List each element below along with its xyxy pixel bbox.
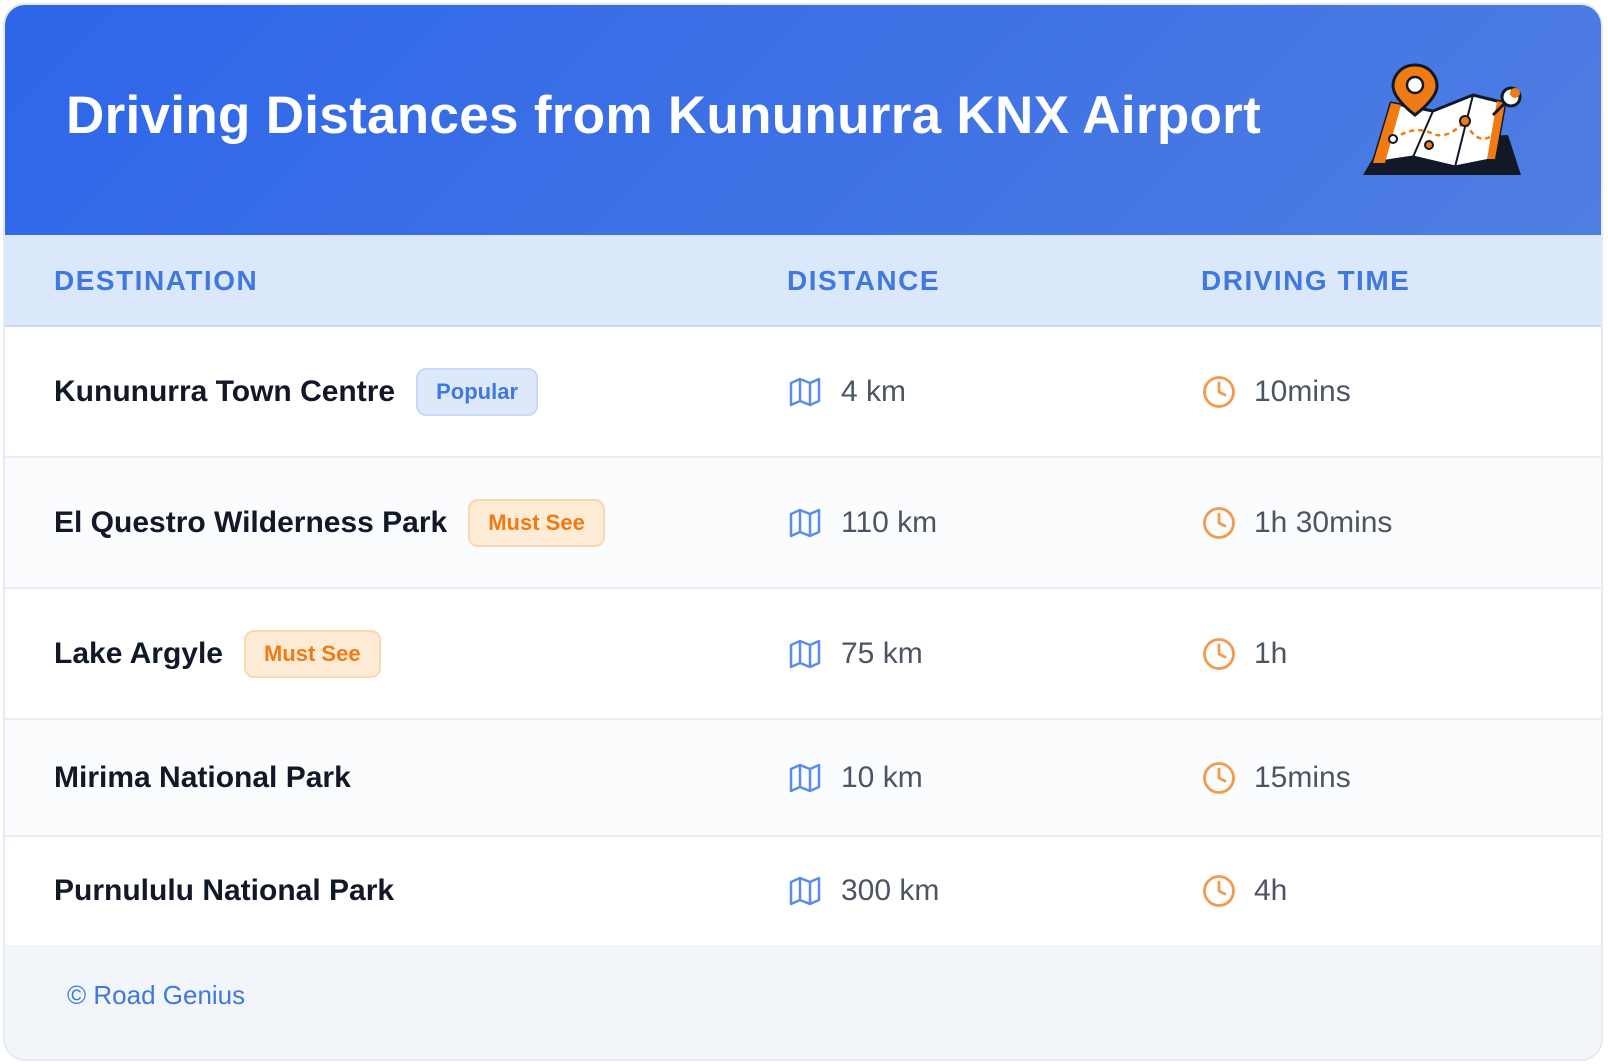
clock-icon xyxy=(1203,875,1235,907)
map-icon xyxy=(789,876,821,906)
column-header-destination: DESTINATION xyxy=(54,265,259,296)
table-header: DESTINATION DISTANCE DRIVING TIME xyxy=(5,235,1601,327)
must-see-badge: Must See xyxy=(243,629,381,678)
destination-name: Mirima National Park xyxy=(54,760,351,794)
driving-time-value: 15mins xyxy=(1254,760,1351,794)
page-title: Driving Distances from Kununurra KNX Air… xyxy=(66,86,1262,145)
destination-name: Purnululu National Park xyxy=(54,874,395,907)
driving-time-value: 1h 30mins xyxy=(1254,505,1393,539)
driving-time-cell: 4h xyxy=(1202,874,1287,908)
destination-name: El Questro Wilderness Park xyxy=(54,505,448,539)
destination-cell: Purnululu National Park xyxy=(54,874,394,908)
distance-value: 300 km xyxy=(841,874,940,907)
clock-icon xyxy=(1203,637,1235,670)
table-row: Purnululu National Park 300 km 4h xyxy=(5,837,1601,947)
distance-cell: 75 km xyxy=(789,637,923,671)
clock-icon xyxy=(1203,375,1235,408)
footer: © Road Genius xyxy=(5,945,1601,1059)
clock-icon xyxy=(1203,506,1235,539)
column-header-driving-time: DRIVING TIME xyxy=(1201,265,1411,296)
distance-value: 4 km xyxy=(841,374,907,408)
table-row: Kununurra Town Centre Popular 4 km 10min… xyxy=(5,327,1601,458)
destination-cell: Kununurra Town Centre Popular xyxy=(54,367,539,416)
destination-name: Lake Argyle xyxy=(54,636,223,670)
destination-name: Kununurra Town Centre xyxy=(54,374,396,408)
clock-icon xyxy=(1203,761,1235,794)
destination-cell: Lake Argyle Must See xyxy=(54,629,381,678)
map-location-pin-icon xyxy=(1363,63,1522,175)
column-header-distance: DISTANCE xyxy=(787,265,941,296)
distance-card: Driving Distances from Kununurra KNX Air… xyxy=(3,3,1603,1061)
header-banner: Driving Distances from Kununurra KNX Air… xyxy=(5,5,1601,235)
distance-cell: 110 km xyxy=(789,506,937,540)
must-see-badge: Must See xyxy=(468,498,605,547)
driving-time-cell: 15mins xyxy=(1202,761,1351,795)
footer-credit: © Road Genius xyxy=(67,980,246,1010)
distance-cell: 10 km xyxy=(789,761,923,795)
distance-value: 10 km xyxy=(841,760,923,794)
destination-cell: El Questro Wilderness Park Must See xyxy=(54,498,605,547)
table-row: Mirima National Park 10 km 15mins xyxy=(5,720,1601,837)
table-row: Lake Argyle Must See 75 km 1h xyxy=(5,589,1601,720)
driving-time-cell: 10mins xyxy=(1202,375,1351,409)
table-row: El Questro Wilderness Park Must See 110 … xyxy=(5,458,1601,589)
driving-time-cell: 1h xyxy=(1202,637,1287,671)
driving-time-value: 1h xyxy=(1254,636,1288,670)
map-icon xyxy=(789,763,821,792)
map-icon xyxy=(789,508,821,537)
driving-time-value: 4h xyxy=(1254,874,1288,907)
map-icon xyxy=(789,377,821,406)
distance-value: 75 km xyxy=(841,636,923,670)
distance-cell: 300 km xyxy=(789,874,939,908)
driving-time-value: 10mins xyxy=(1254,374,1351,408)
destination-cell: Mirima National Park xyxy=(54,761,351,795)
popular-badge: Popular xyxy=(416,367,539,416)
driving-time-cell: 1h 30mins xyxy=(1202,506,1392,540)
distance-cell: 4 km xyxy=(789,375,906,409)
distance-value: 110 km xyxy=(841,505,938,539)
map-icon xyxy=(789,639,821,668)
